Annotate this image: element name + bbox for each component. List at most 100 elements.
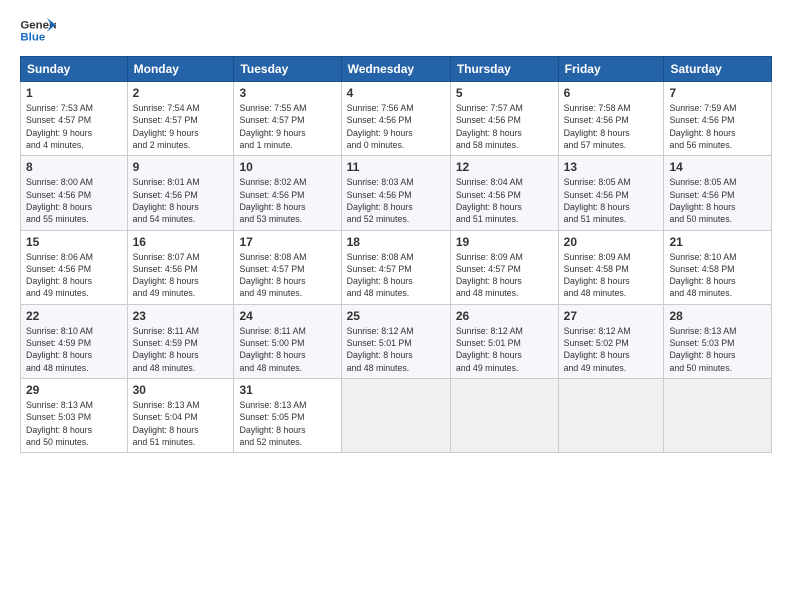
calendar-cell: 11Sunrise: 8:03 AM Sunset: 4:56 PM Dayli… xyxy=(341,156,450,230)
day-info: Sunrise: 8:01 AM Sunset: 4:56 PM Dayligh… xyxy=(133,176,229,225)
weekday-header: Saturday xyxy=(664,57,772,82)
calendar-cell xyxy=(664,379,772,453)
day-number: 31 xyxy=(239,383,335,397)
day-number: 24 xyxy=(239,309,335,323)
day-number: 18 xyxy=(347,235,445,249)
calendar-cell: 6 Sunrise: 7:58 AM Sunset: 4:56 PM Daylig… xyxy=(558,82,664,156)
calendar-cell: 26 Sunrise: 8:12 AM Sunset: 5:01 PM Dayli… xyxy=(450,304,558,378)
logo: General Blue xyxy=(20,16,56,46)
day-number: 4 xyxy=(347,86,445,100)
day-info: Sunrise: 7:55 AM Sunset: 4:57 PM Dayligh… xyxy=(239,102,335,151)
day-number: 3 xyxy=(239,86,335,100)
day-info: Sunrise: 8:13 AM Sunset: 5:03 PM Dayligh… xyxy=(26,399,122,448)
day-info: Sunrise: 8:10 AM Sunset: 4:58 PM Dayligh… xyxy=(669,251,766,300)
day-info: Sunrise: 7:56 AM Sunset: 4:56 PM Dayligh… xyxy=(347,102,445,151)
day-info: Sunrise: 8:05 AM Sunset: 4:56 PM Dayligh… xyxy=(669,176,766,225)
day-info: Sunrise: 8:09 AM Sunset: 4:58 PM Dayligh… xyxy=(564,251,659,300)
calendar-cell: 29 Sunrise: 8:13 AM Sunset: 5:03 PM Dayli… xyxy=(21,379,128,453)
calendar-cell: 2 Sunrise: 7:54 AM Sunset: 4:57 PM Daylig… xyxy=(127,82,234,156)
day-info: Sunrise: 8:13 AM Sunset: 5:03 PM Dayligh… xyxy=(669,325,766,374)
calendar-week-row: 22 Sunrise: 8:10 AM Sunset: 4:59 PM Dayli… xyxy=(21,304,772,378)
weekday-header: Wednesday xyxy=(341,57,450,82)
header: General Blue xyxy=(20,16,772,46)
calendar-cell xyxy=(341,379,450,453)
weekday-header: Thursday xyxy=(450,57,558,82)
day-info: Sunrise: 7:54 AM Sunset: 4:57 PM Dayligh… xyxy=(133,102,229,151)
calendar-cell: 4 Sunrise: 7:56 AM Sunset: 4:56 PM Daylig… xyxy=(341,82,450,156)
day-number: 19 xyxy=(456,235,553,249)
calendar-cell: 20 Sunrise: 8:09 AM Sunset: 4:58 PM Dayli… xyxy=(558,230,664,304)
calendar-cell: 24 Sunrise: 8:11 AM Sunset: 5:00 PM Dayli… xyxy=(234,304,341,378)
day-number: 29 xyxy=(26,383,122,397)
weekday-header: Tuesday xyxy=(234,57,341,82)
day-number: 26 xyxy=(456,309,553,323)
day-number: 30 xyxy=(133,383,229,397)
day-info: Sunrise: 7:59 AM Sunset: 4:56 PM Dayligh… xyxy=(669,102,766,151)
day-info: Sunrise: 8:11 AM Sunset: 4:59 PM Dayligh… xyxy=(133,325,229,374)
day-info: Sunrise: 8:11 AM Sunset: 5:00 PM Dayligh… xyxy=(239,325,335,374)
day-info: Sunrise: 8:12 AM Sunset: 5:02 PM Dayligh… xyxy=(564,325,659,374)
day-info: Sunrise: 8:05 AM Sunset: 4:56 PM Dayligh… xyxy=(564,176,659,225)
day-number: 25 xyxy=(347,309,445,323)
day-number: 10 xyxy=(239,160,335,174)
day-number: 2 xyxy=(133,86,229,100)
day-number: 9 xyxy=(133,160,229,174)
day-number: 14 xyxy=(669,160,766,174)
day-info: Sunrise: 7:58 AM Sunset: 4:56 PM Dayligh… xyxy=(564,102,659,151)
day-number: 27 xyxy=(564,309,659,323)
calendar-week-row: 1 Sunrise: 7:53 AM Sunset: 4:57 PM Daylig… xyxy=(21,82,772,156)
day-info: Sunrise: 8:12 AM Sunset: 5:01 PM Dayligh… xyxy=(456,325,553,374)
day-number: 21 xyxy=(669,235,766,249)
day-info: Sunrise: 8:02 AM Sunset: 4:56 PM Dayligh… xyxy=(239,176,335,225)
day-number: 28 xyxy=(669,309,766,323)
day-number: 6 xyxy=(564,86,659,100)
calendar-cell: 12 Sunrise: 8:04 AM Sunset: 4:56 PM Dayli… xyxy=(450,156,558,230)
calendar-container: General Blue SundayMondayTuesdayWednesda… xyxy=(0,0,792,612)
weekday-header: Monday xyxy=(127,57,234,82)
calendar-cell: 9 Sunrise: 8:01 AM Sunset: 4:56 PM Daylig… xyxy=(127,156,234,230)
calendar-cell: 17Sunrise: 8:08 AM Sunset: 4:57 PM Dayli… xyxy=(234,230,341,304)
day-info: Sunrise: 7:53 AM Sunset: 4:57 PM Dayligh… xyxy=(26,102,122,151)
svg-text:Blue: Blue xyxy=(20,32,45,44)
day-info: Sunrise: 8:00 AM Sunset: 4:56 PM Dayligh… xyxy=(26,176,122,225)
calendar-week-row: 15 Sunrise: 8:06 AM Sunset: 4:56 PM Dayli… xyxy=(21,230,772,304)
day-info: Sunrise: 8:08 AM Sunset: 4:57 PM Dayligh… xyxy=(239,251,335,300)
calendar-cell: 16Sunrise: 8:07 AM Sunset: 4:56 PM Dayli… xyxy=(127,230,234,304)
calendar-cell: 21 Sunrise: 8:10 AM Sunset: 4:58 PM Dayli… xyxy=(664,230,772,304)
calendar-cell xyxy=(558,379,664,453)
day-number: 1 xyxy=(26,86,122,100)
day-info: Sunrise: 8:04 AM Sunset: 4:56 PM Dayligh… xyxy=(456,176,553,225)
day-info: Sunrise: 8:08 AM Sunset: 4:57 PM Dayligh… xyxy=(347,251,445,300)
day-info: Sunrise: 8:10 AM Sunset: 4:59 PM Dayligh… xyxy=(26,325,122,374)
day-number: 15 xyxy=(26,235,122,249)
calendar-cell: 19 Sunrise: 8:09 AM Sunset: 4:57 PM Dayli… xyxy=(450,230,558,304)
day-number: 7 xyxy=(669,86,766,100)
day-number: 20 xyxy=(564,235,659,249)
day-number: 22 xyxy=(26,309,122,323)
day-info: Sunrise: 8:13 AM Sunset: 5:04 PM Dayligh… xyxy=(133,399,229,448)
calendar-cell: 14 Sunrise: 8:05 AM Sunset: 4:56 PM Dayli… xyxy=(664,156,772,230)
day-info: Sunrise: 8:03 AM Sunset: 4:56 PM Dayligh… xyxy=(347,176,445,225)
calendar-cell: 31 Sunrise: 8:13 AM Sunset: 5:05 PM Dayli… xyxy=(234,379,341,453)
calendar-cell xyxy=(450,379,558,453)
calendar-cell: 1 Sunrise: 7:53 AM Sunset: 4:57 PM Daylig… xyxy=(21,82,128,156)
day-number: 13 xyxy=(564,160,659,174)
calendar-cell: 27 Sunrise: 8:12 AM Sunset: 5:02 PM Dayli… xyxy=(558,304,664,378)
calendar-cell: 7 Sunrise: 7:59 AM Sunset: 4:56 PM Daylig… xyxy=(664,82,772,156)
calendar-week-row: 8Sunrise: 8:00 AM Sunset: 4:56 PM Daylig… xyxy=(21,156,772,230)
calendar-cell: 22 Sunrise: 8:10 AM Sunset: 4:59 PM Dayli… xyxy=(21,304,128,378)
calendar-cell: 5Sunrise: 7:57 AM Sunset: 4:56 PM Daylig… xyxy=(450,82,558,156)
day-number: 12 xyxy=(456,160,553,174)
day-info: Sunrise: 8:12 AM Sunset: 5:01 PM Dayligh… xyxy=(347,325,445,374)
calendar-cell: 18 Sunrise: 8:08 AM Sunset: 4:57 PM Dayli… xyxy=(341,230,450,304)
day-number: 23 xyxy=(133,309,229,323)
day-info: Sunrise: 8:13 AM Sunset: 5:05 PM Dayligh… xyxy=(239,399,335,448)
day-number: 16 xyxy=(133,235,229,249)
logo-icon: General Blue xyxy=(20,16,56,46)
calendar-cell: 28 Sunrise: 8:13 AM Sunset: 5:03 PM Dayli… xyxy=(664,304,772,378)
day-info: Sunrise: 8:09 AM Sunset: 4:57 PM Dayligh… xyxy=(456,251,553,300)
calendar-week-row: 29 Sunrise: 8:13 AM Sunset: 5:03 PM Dayli… xyxy=(21,379,772,453)
calendar-table: SundayMondayTuesdayWednesdayThursdayFrid… xyxy=(20,56,772,453)
weekday-header: Sunday xyxy=(21,57,128,82)
day-info: Sunrise: 8:06 AM Sunset: 4:56 PM Dayligh… xyxy=(26,251,122,300)
